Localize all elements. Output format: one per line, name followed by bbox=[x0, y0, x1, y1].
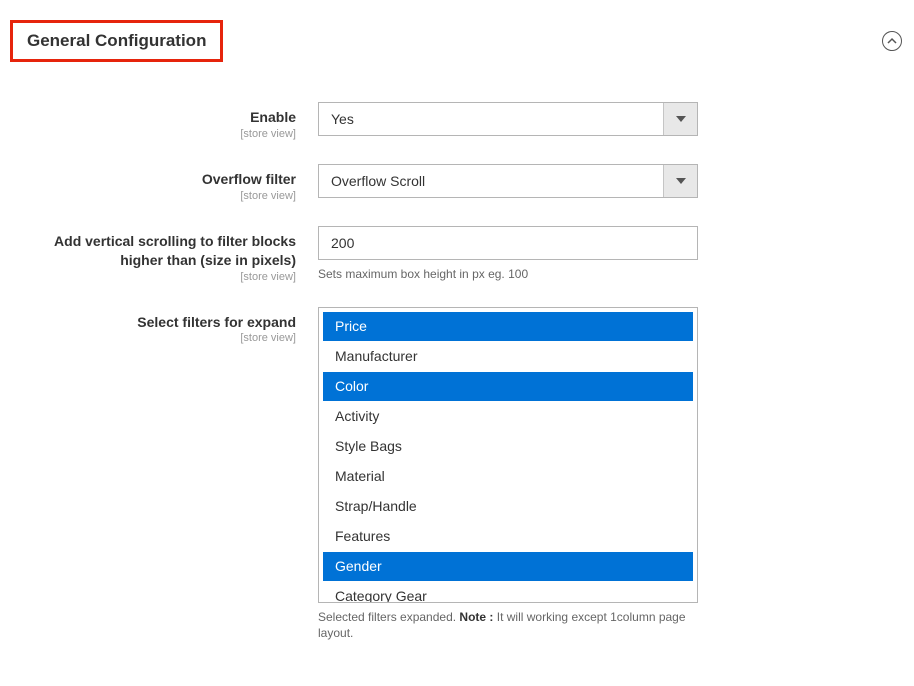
field-row-overflow-filter: Overflow filter [store view] Overflow Sc… bbox=[10, 164, 904, 202]
control-col: Yes bbox=[318, 102, 698, 136]
multiselect-option[interactable]: Manufacturer bbox=[323, 342, 693, 371]
section-header: General Configuration bbox=[10, 20, 904, 62]
multiselect-option[interactable]: Style Bags bbox=[323, 432, 693, 461]
scope-label: [store view] bbox=[10, 271, 296, 283]
help-note-label: Note : bbox=[459, 610, 493, 624]
filters-expand-label: Select filters for expand bbox=[137, 314, 296, 330]
label-col: Overflow filter [store view] bbox=[10, 164, 318, 202]
section-title: General Configuration bbox=[27, 31, 206, 50]
multiselect-option[interactable]: Features bbox=[323, 522, 693, 551]
control-col: PriceManufacturerColorActivityStyle Bags… bbox=[318, 307, 698, 643]
enable-label: Enable bbox=[250, 109, 296, 125]
max-height-help: Sets maximum box height in px eg. 100 bbox=[318, 266, 698, 283]
multiselect-option[interactable]: Activity bbox=[323, 402, 693, 431]
filters-expand-help: Selected filters expanded. Note : It wil… bbox=[318, 609, 698, 643]
multiselect-list[interactable]: PriceManufacturerColorActivityStyle Bags… bbox=[319, 308, 697, 602]
multiselect-option[interactable]: Strap/Handle bbox=[323, 492, 693, 521]
chevron-up-icon bbox=[887, 36, 897, 46]
label-col: Add vertical scrolling to filter blocks … bbox=[10, 226, 318, 283]
help-prefix: Selected filters expanded. bbox=[318, 610, 459, 624]
multiselect-option[interactable]: Material bbox=[323, 462, 693, 491]
section-title-highlight: General Configuration bbox=[10, 20, 223, 62]
max-height-label: Add vertical scrolling to filter blocks … bbox=[54, 233, 296, 268]
field-row-filters-expand: Select filters for expand [store view] P… bbox=[10, 307, 904, 643]
caret-down-icon bbox=[676, 114, 686, 124]
scope-label: [store view] bbox=[10, 332, 296, 344]
multiselect-option[interactable]: Category Gear bbox=[323, 582, 693, 602]
multiselect-option[interactable]: Price bbox=[323, 312, 693, 341]
overflow-filter-select[interactable]: Overflow Scroll bbox=[318, 164, 698, 198]
multiselect-option[interactable]: Gender bbox=[323, 552, 693, 581]
overflow-filter-label: Overflow filter bbox=[202, 171, 296, 187]
enable-select-value: Yes bbox=[319, 103, 663, 135]
collapse-toggle[interactable] bbox=[882, 31, 902, 51]
filters-expand-multiselect[interactable]: PriceManufacturerColorActivityStyle Bags… bbox=[318, 307, 698, 603]
control-col: Sets maximum box height in px eg. 100 bbox=[318, 226, 698, 283]
caret-down-icon bbox=[676, 176, 686, 186]
scope-label: [store view] bbox=[10, 190, 296, 202]
scope-label: [store view] bbox=[10, 128, 296, 140]
control-col: Overflow Scroll bbox=[318, 164, 698, 198]
field-row-max-height: Add vertical scrolling to filter blocks … bbox=[10, 226, 904, 283]
enable-select[interactable]: Yes bbox=[318, 102, 698, 136]
enable-select-arrow[interactable] bbox=[663, 103, 697, 135]
overflow-filter-select-value: Overflow Scroll bbox=[319, 165, 663, 197]
multiselect-option[interactable]: Color bbox=[323, 372, 693, 401]
overflow-filter-select-arrow[interactable] bbox=[663, 165, 697, 197]
label-col: Enable [store view] bbox=[10, 102, 318, 140]
label-col: Select filters for expand [store view] bbox=[10, 307, 318, 345]
field-row-enable: Enable [store view] Yes bbox=[10, 102, 904, 140]
max-height-input[interactable] bbox=[318, 226, 698, 260]
